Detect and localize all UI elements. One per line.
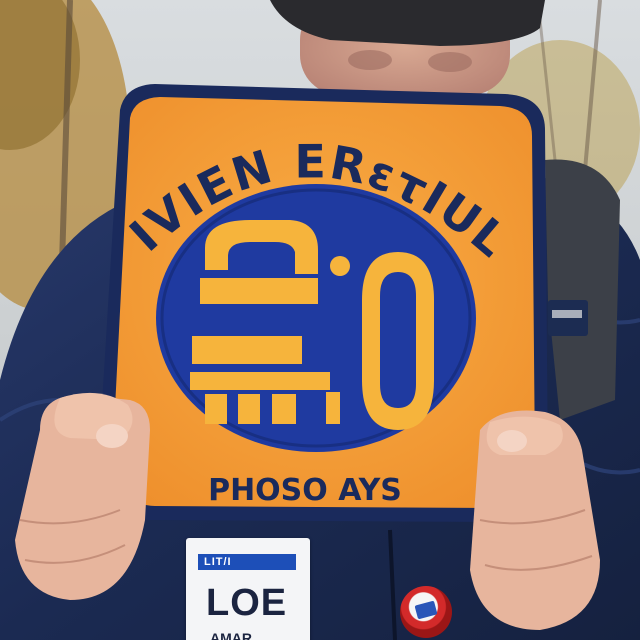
name-badge: LIT/I LOE AMAR (186, 538, 310, 640)
badge-stripe: LIT/I (198, 554, 296, 570)
jacket-pin (400, 586, 452, 638)
sign-bottom-text: PHOSO AYS (208, 473, 402, 508)
badge-name: LOE (206, 582, 288, 624)
badge-subtext: AMAR (210, 630, 252, 640)
pin-flag-icon (414, 600, 438, 620)
photo-illustration: IVIEN ERετIUL PHOSO AYS (0, 0, 640, 640)
backpack-strap (545, 159, 620, 420)
photo-scene: IVIEN ERετIUL PHOSO AYS LIT/I LOE AMAR (0, 0, 640, 640)
